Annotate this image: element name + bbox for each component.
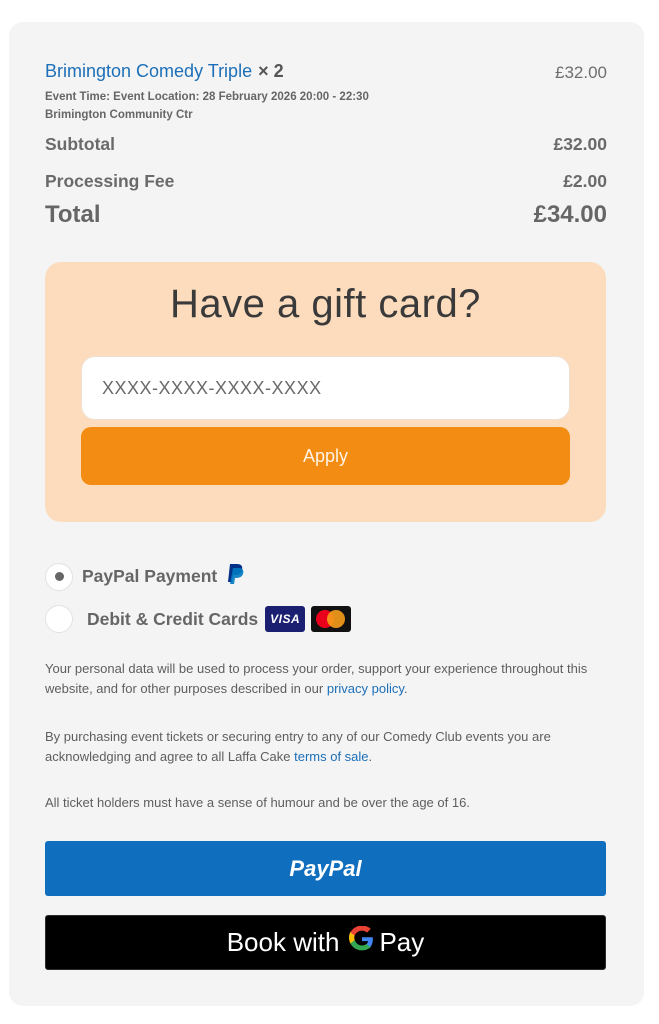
cards-radio[interactable] — [45, 605, 73, 633]
google-pay-button[interactable]: Book with Pay — [45, 915, 606, 970]
gift-card-title: Have a gift card? — [170, 282, 481, 326]
radio-selected-dot — [54, 572, 64, 581]
privacy-notice-end: . — [403, 681, 408, 696]
event-venue: Brimington Community Ctr — [45, 109, 193, 121]
gift-card-input[interactable] — [81, 356, 570, 420]
paypal-checkout-button[interactable]: PayPal — [45, 841, 606, 896]
subtotal-value: £32.00 — [553, 134, 607, 154]
visa-icon: VISA — [265, 606, 306, 632]
age-notice: All ticket holders must have a sense of … — [45, 795, 470, 810]
total-value: £34.00 — [533, 201, 607, 228]
cards-payment-option[interactable]: Debit & Credit Cards VISA — [45, 605, 352, 633]
order-item-qty: × 2 — [258, 61, 284, 81]
privacy-notice-text: Your personal data will be used to proce… — [45, 661, 588, 696]
event-time-location: Event Time: Event Location: 28 February … — [45, 91, 369, 103]
privacy-policy-link[interactable]: privacy policy — [327, 681, 404, 696]
gift-card-panel: Have a gift card? Apply — [45, 262, 606, 522]
paypal-payment-option[interactable]: PayPal Payment — [45, 562, 245, 591]
processing-fee-value: £2.00 — [563, 171, 607, 191]
google-g-icon — [349, 925, 375, 959]
paypal-payment-label[interactable]: PayPal Payment — [82, 566, 217, 587]
terms-of-sale-link[interactable]: terms of sale — [294, 749, 368, 764]
order-item-name-text[interactable]: Brimington Comedy Triple — [45, 61, 252, 81]
privacy-notice: Your personal data will be used to proce… — [45, 659, 605, 699]
paypal-logo-icon — [225, 562, 245, 591]
subtotal-label: Subtotal — [45, 134, 115, 154]
order-item-name[interactable]: Brimington Comedy Triple × 2 — [45, 61, 284, 82]
mastercard-icon — [311, 606, 352, 632]
apply-gift-card-button[interactable]: Apply — [81, 427, 570, 485]
cards-payment-label[interactable]: Debit & Credit Cards — [87, 609, 258, 630]
gpay-suffix: Pay — [379, 927, 425, 957]
processing-fee-label: Processing Fee — [45, 171, 175, 191]
terms-notice-end: . — [368, 749, 373, 764]
order-item-price: £32.00 — [555, 63, 607, 82]
order-item-row: Brimington Comedy Triple × 2 £32.00 — [45, 61, 607, 85]
order-item-meta: Event Time: Event Location: 28 February … — [45, 88, 369, 124]
gpay-prefix: Book with — [226, 927, 340, 957]
total-label: Total — [45, 201, 101, 228]
terms-notice: By purchasing event tickets or securing … — [45, 727, 605, 767]
paypal-radio[interactable] — [45, 562, 73, 591]
